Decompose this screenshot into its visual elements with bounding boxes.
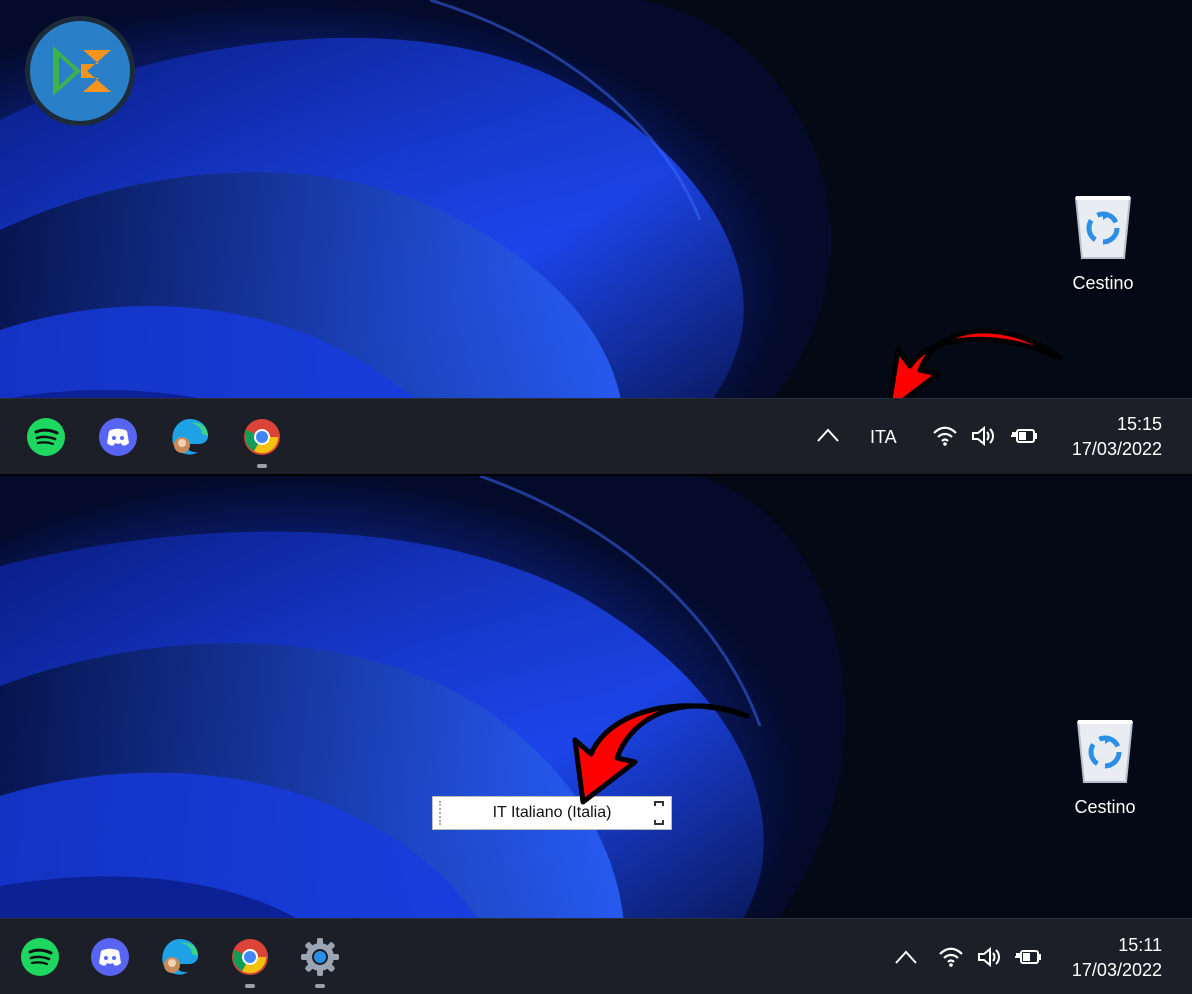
taskbar-app-edge[interactable] [170, 417, 210, 457]
tray-show-hidden[interactable] [816, 427, 840, 448]
tray-wifi[interactable] [932, 425, 958, 452]
settings-icon [301, 938, 339, 976]
chrome-icon [232, 939, 268, 975]
battery-icon [1011, 429, 1037, 443]
running-indicator [245, 984, 255, 988]
chevron-up-icon [895, 950, 917, 964]
taskbar: ITA 15:15 17/03/2022 [0, 398, 1192, 474]
taskbar-app-spotify[interactable] [20, 937, 60, 977]
taskbar-app-settings[interactable] [300, 937, 340, 988]
discord-icon [91, 938, 129, 976]
taskbar-app-discord[interactable] [90, 937, 130, 977]
wifi-icon [939, 947, 963, 967]
running-indicator [315, 984, 325, 988]
taskbar-app-spotify[interactable] [26, 417, 66, 457]
taskbar-clock[interactable]: 15:15 17/03/2022 [1072, 412, 1162, 462]
taskbar-app-chrome[interactable] [230, 937, 270, 988]
taskbar-app-discord[interactable] [98, 417, 138, 457]
tray-volume[interactable] [970, 425, 996, 452]
taskbar-clock[interactable]: 15:11 17/03/2022 [1072, 933, 1162, 983]
discord-icon [99, 418, 137, 456]
taskbar-app-edge[interactable] [160, 937, 200, 977]
edge-icon [162, 939, 198, 975]
tray-language-indicator[interactable]: ITA [870, 427, 897, 448]
spotify-icon [21, 938, 59, 976]
chrome-icon [244, 419, 280, 455]
recycle-bin-icon [1076, 720, 1134, 783]
taskbar-app-chrome[interactable] [242, 417, 282, 468]
spotify-icon [27, 418, 65, 456]
volume-icon [972, 425, 994, 447]
clock-time: 15:11 [1118, 935, 1162, 955]
clock-date: 17/03/2022 [1071, 960, 1162, 980]
red-arrow-icon [572, 703, 750, 805]
desktop-icon-recycle-bin[interactable]: Cestino [1060, 714, 1150, 818]
chevron-up-icon [817, 428, 839, 442]
recycle-bin-icon [1074, 196, 1132, 259]
desktop-panel-bottom: Cestino IT Italiano (Italia) 15:11 17/03… [0, 476, 1192, 994]
edge-icon [172, 419, 208, 455]
volume-icon [978, 946, 1000, 968]
running-indicator [257, 464, 267, 468]
desktop-icon-recycle-bin[interactable]: Cestino [1058, 190, 1148, 294]
logo-icon [25, 16, 135, 126]
clock-time: 15:15 [1116, 414, 1162, 434]
taskbar: 15:11 17/03/2022 [0, 918, 1192, 994]
wifi-icon [933, 426, 957, 446]
tray-wifi[interactable] [938, 946, 964, 973]
tray-show-hidden[interactable] [894, 949, 918, 970]
battery-icon [1015, 950, 1041, 964]
tray-battery[interactable] [1014, 946, 1042, 973]
recycle-bin-label: Cestino [1074, 797, 1136, 817]
tray-volume[interactable] [976, 946, 1002, 973]
recycle-bin-label: Cestino [1072, 273, 1134, 293]
tray-battery[interactable] [1010, 425, 1038, 452]
clock-date: 17/03/2022 [1071, 439, 1162, 459]
desktop-panel-top: Cestino ITA 15:15 17/03/2022 [0, 0, 1192, 474]
